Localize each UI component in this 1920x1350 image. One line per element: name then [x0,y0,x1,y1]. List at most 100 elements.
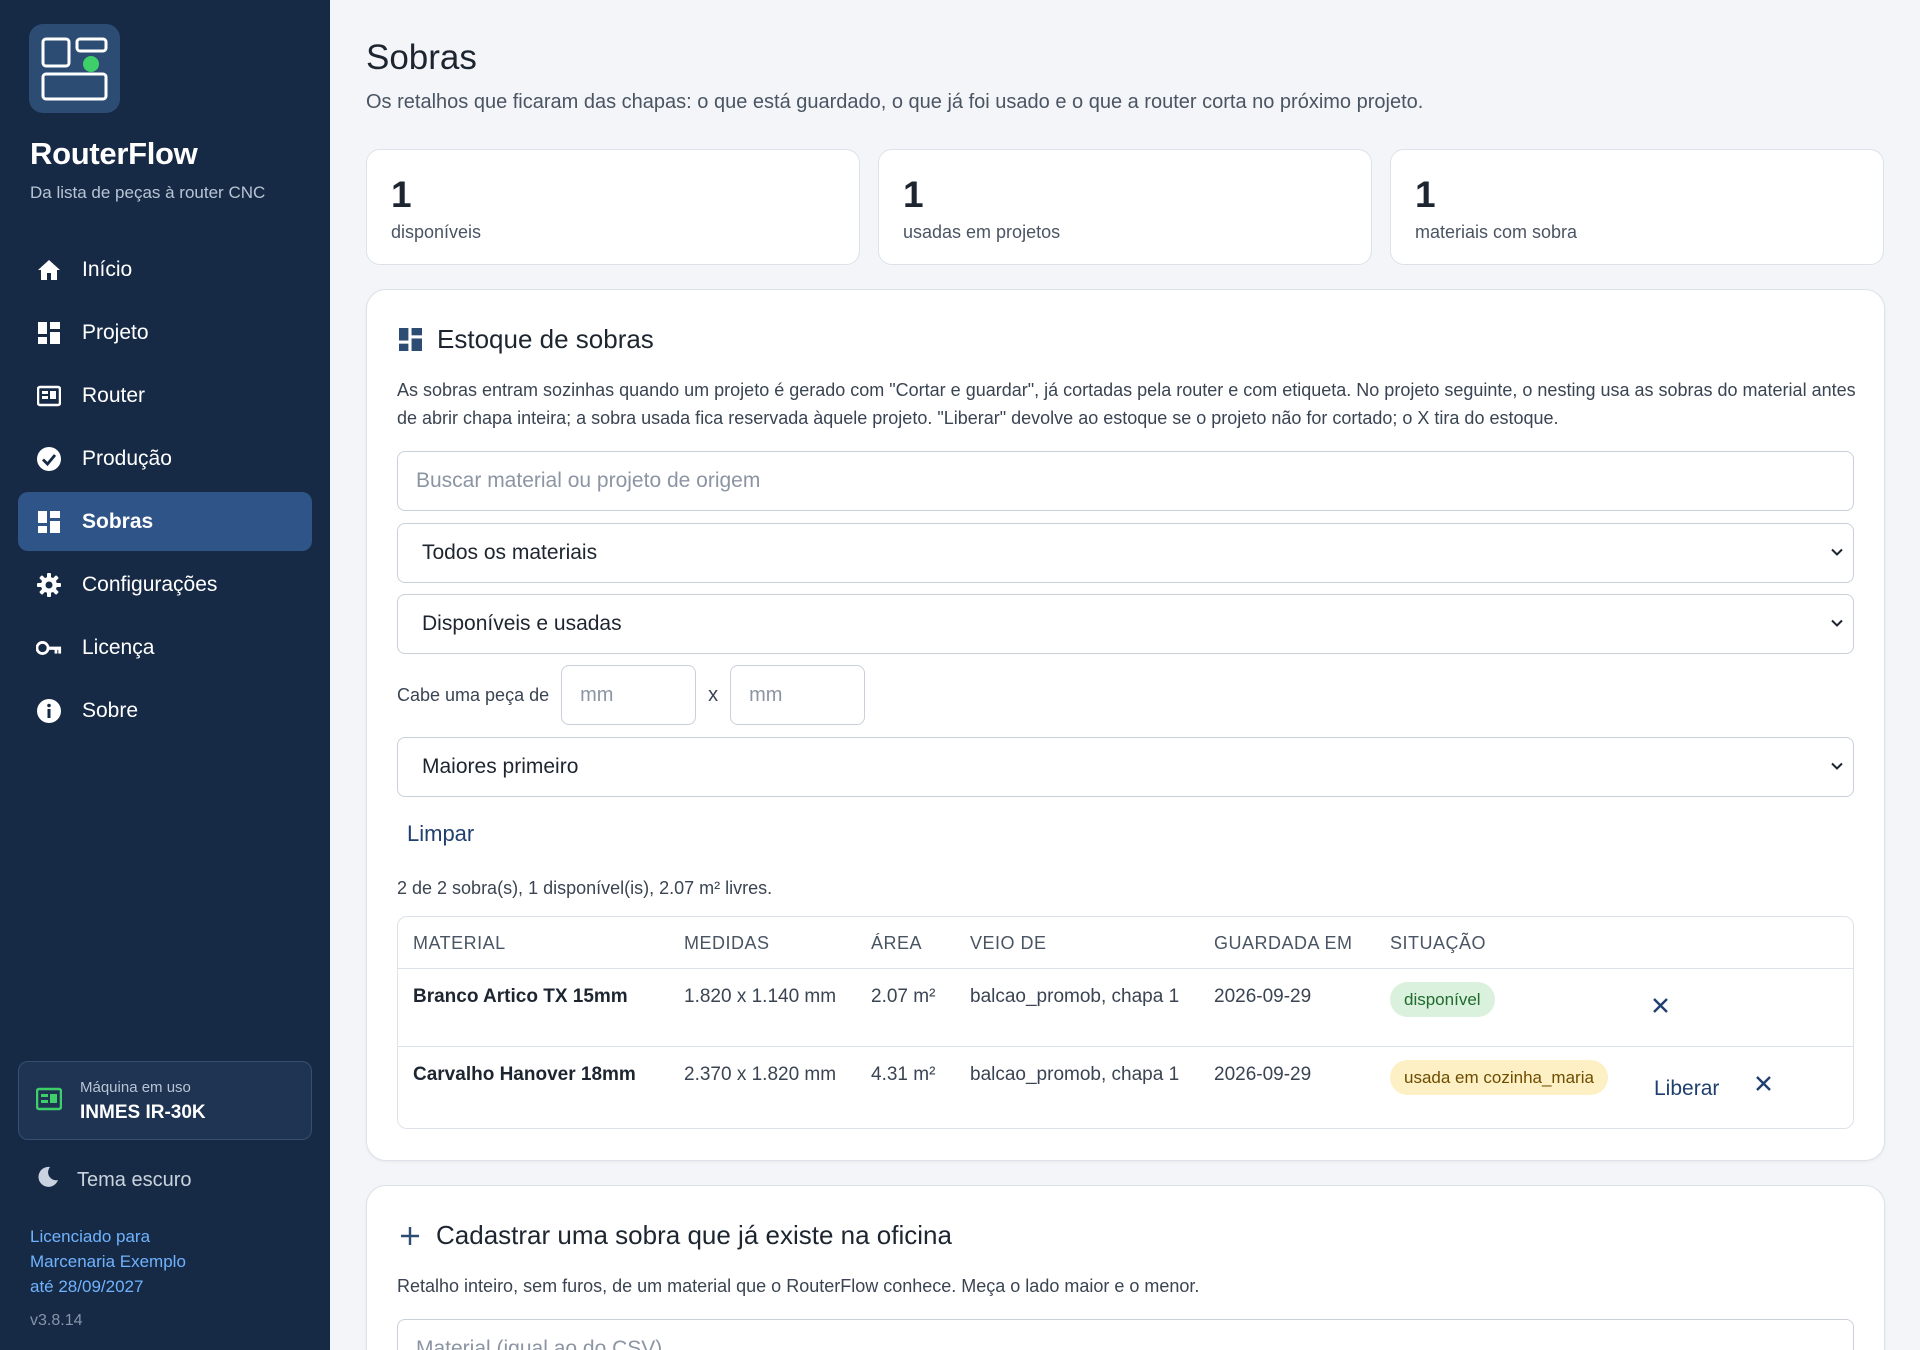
remove-icon[interactable] [1755,1075,1772,1097]
status-badge: disponível [1390,982,1495,1017]
cell-origin: balcao_promob, chapa 1 [970,1064,1180,1085]
license-line: Licenciado para [30,1227,151,1246]
sidebar-item-licenca[interactable]: Licença [18,618,312,677]
material-field[interactable] [397,1319,1854,1350]
register-card-title: Cadastrar uma sobra que já existe na ofi… [399,1220,952,1251]
sidebar-item-sobras[interactable]: Sobras [18,492,312,551]
sidebar-nav: Início Projeto Router Produção Sobras Co… [18,240,312,744]
chevron-down-icon [1827,756,1847,782]
chevron-down-icon [1827,613,1847,639]
theme-toggle[interactable]: Tema escuro [37,1166,192,1194]
table-header: MATERIAL MEDIDAS ÁREA VEIO DE GUARDADA E… [398,917,1853,969]
fit-width-input[interactable] [562,666,696,724]
sidebar: RouterFlow Da lista de peças à router CN… [0,0,330,1350]
stat-label: disponíveis [391,222,482,242]
sidebar-item-label: Router [82,383,146,407]
stat-card-available: 1 disponíveis [366,149,860,265]
machine-label: Máquina em uso [80,1079,191,1096]
fit-label: Cabe uma peça de [397,684,550,705]
app-name: RouterFlow [30,136,198,171]
stat-card-used: 1 usadas em projetos [878,149,1372,265]
license-line: Marcenaria Exemplo [30,1252,186,1271]
cell-material: Branco Artico TX 15mm [413,986,628,1007]
cell-area: 4.31 m² [871,1064,936,1085]
leftovers-table: MATERIAL MEDIDAS ÁREA VEIO DE GUARDADA E… [397,916,1854,1129]
stat-value: 1 [903,174,924,215]
search-input[interactable] [398,452,1853,510]
sidebar-item-configuracoes[interactable]: Configurações [18,555,312,614]
sort-select-value: Maiores primeiro [422,755,579,778]
fit-height-field[interactable] [730,665,866,725]
theme-toggle-label: Tema escuro [77,1168,192,1191]
gear-icon [36,572,62,598]
stock-card: Estoque de sobras As sobras entram sozin… [366,289,1885,1161]
sidebar-item-label: Início [82,257,133,281]
status-select-value: Disponíveis e usadas [422,612,622,635]
license-line: até 28/09/2027 [30,1277,144,1296]
sidebar-item-label: Produção [82,446,172,470]
license-info: Licenciado para Marcenaria Exemplo até 2… [30,1224,186,1299]
register-description: Retalho inteiro, sem furos, de um materi… [397,1276,1200,1296]
material-input[interactable] [398,1320,1853,1350]
chevron-down-icon [1827,542,1847,568]
search-field[interactable] [397,451,1854,511]
column-header: ÁREA [871,933,923,953]
app-logo [29,24,120,113]
machine-name: INMES IR-30K [80,1102,206,1123]
stat-value: 1 [1415,174,1436,215]
stat-card-materials: 1 materiais com sobra [1390,149,1884,265]
sort-select[interactable]: Maiores primeiro [397,737,1854,797]
material-select-value: Todos os materiais [422,541,598,564]
clear-button[interactable]: Limpar [407,821,474,847]
fit-width-field[interactable] [561,665,697,725]
remove-icon[interactable] [1652,997,1669,1019]
grid-icon [36,509,62,535]
main-content: Sobras Os retalhos que ficaram das chapa… [330,0,1920,1350]
moon-icon [37,1166,59,1194]
sidebar-item-label: Licença [82,635,155,659]
logo-icon [41,37,108,101]
stat-label: usadas em projetos [903,222,1061,242]
page-title: Sobras [366,38,477,77]
cell-size: 1.820 x 1.140 mm [684,986,837,1007]
sidebar-item-label: Sobre [82,698,139,722]
sidebar-item-producao[interactable]: Produção [18,429,312,488]
status-select[interactable]: Disponíveis e usadas [397,594,1854,654]
sidebar-item-router[interactable]: Router [18,366,312,425]
cell-stored-date: 2026-09-29 [1214,986,1312,1007]
key-icon [36,635,62,661]
sidebar-item-inicio[interactable]: Início [18,240,312,299]
fit-height-input[interactable] [731,666,865,724]
machine-card[interactable]: Máquina em uso INMES IR-30K [18,1061,312,1140]
fit-filter: Cabe uma peça de x [397,665,866,725]
grid-icon [399,328,422,351]
stock-card-title: Estoque de sobras [399,324,654,355]
release-button[interactable]: Liberar [1654,1077,1719,1101]
sidebar-item-projeto[interactable]: Projeto [18,303,312,362]
stock-description: As sobras entram sozinhas quando um proj… [397,380,1856,428]
material-select[interactable]: Todos os materiais [397,523,1854,583]
times-separator: x [708,683,719,706]
info-icon [36,698,62,724]
grid-icon [36,320,62,346]
register-title-text: Cadastrar uma sobra que já existe na ofi… [436,1220,952,1250]
page-subtitle: Os retalhos que ficaram das chapas: o qu… [366,91,1424,113]
sidebar-item-label: Projeto [82,320,149,344]
column-header: GUARDADA EM [1214,933,1353,953]
app-version: v3.8.14 [30,1312,83,1329]
sidebar-item-label: Configurações [82,572,218,596]
stat-label: materiais com sobra [1415,222,1578,242]
cell-material: Carvalho Hanover 18mm [413,1064,636,1085]
table-row: Branco Artico TX 15mm 1.820 x 1.140 mm 2… [398,969,1853,1047]
status-badge: usada em cozinha_maria [1390,1060,1608,1095]
column-header: SITUAÇÃO [1390,933,1487,953]
table-row: Carvalho Hanover 18mm 2.370 x 1.820 mm 4… [398,1047,1853,1125]
check-circle-icon [36,446,62,472]
app-tagline: Da lista de peças à router CNC [30,183,266,202]
cell-stored-date: 2026-09-29 [1214,1064,1312,1085]
column-header: MATERIAL [413,933,506,953]
sidebar-item-sobre[interactable]: Sobre [18,681,312,740]
router-icon [36,383,62,409]
cell-area: 2.07 m² [871,986,936,1007]
results-summary: 2 de 2 sobra(s), 1 disponível(is), 2.07 … [397,878,773,898]
